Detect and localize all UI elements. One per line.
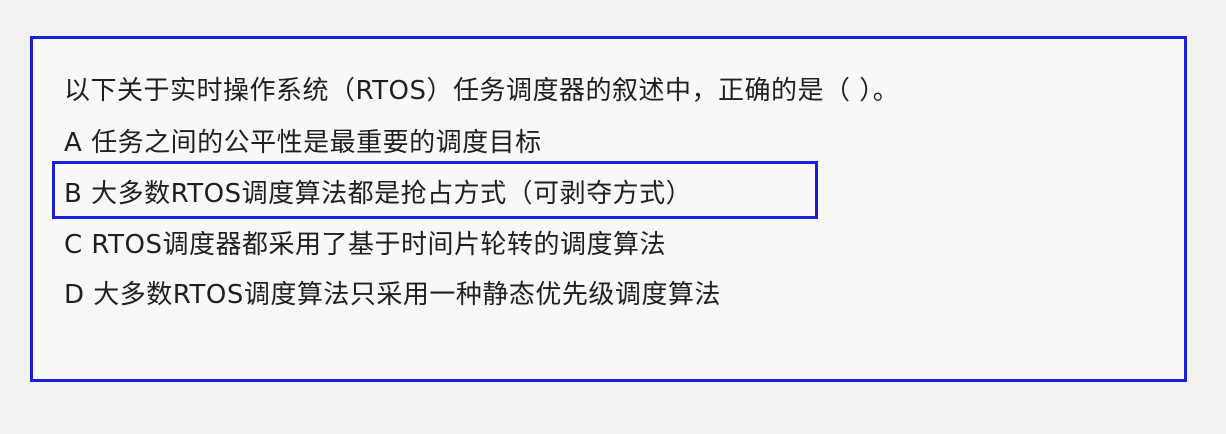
option-c[interactable]: C RTOS调度器都采用了基于时间片轮转的调度算法	[64, 228, 666, 262]
option-b-letter: B	[64, 179, 83, 209]
question-stem: 以下关于实时操作系统（RTOS）任务调度器的叙述中，正确的是（ ）。	[64, 76, 900, 106]
option-a-letter: A	[64, 128, 83, 158]
option-d[interactable]: D 大多数RTOS调度算法只采用一种静态优先级调度算法	[64, 278, 721, 312]
question-box: 以下关于实时操作系统（RTOS）任务调度器的叙述中，正确的是（ ）。 A 任务之…	[30, 36, 1187, 382]
option-c-letter: C	[64, 230, 83, 260]
option-c-text: RTOS调度器都采用了基于时间片轮转的调度算法	[91, 230, 666, 260]
option-d-letter: D	[64, 280, 85, 310]
option-a[interactable]: A 任务之间的公平性是最重要的调度目标	[64, 126, 542, 160]
option-a-text: 任务之间的公平性是最重要的调度目标	[91, 128, 542, 158]
option-b-text: 大多数RTOS调度算法都是抢占方式（可剥夺方式）	[91, 179, 693, 209]
option-d-text: 大多数RTOS调度算法只采用一种静态优先级调度算法	[93, 280, 721, 310]
option-b[interactable]: B 大多数RTOS调度算法都是抢占方式（可剥夺方式）	[64, 177, 692, 211]
